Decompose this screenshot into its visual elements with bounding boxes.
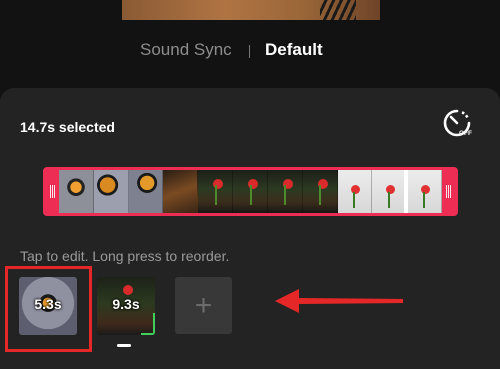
timeline-frames [59,170,442,213]
timeline-frame [198,170,234,213]
speedometer-off-icon: OFF [443,109,472,137]
timeline-frame [128,170,164,213]
video-preview-strip [122,0,380,20]
tab-sound-sync[interactable]: Sound Sync [140,40,232,60]
clip-thumbnail[interactable]: 5.3s [19,277,77,335]
timeline-frame [163,170,199,213]
clip-duration: 5.3s [34,296,62,312]
tab-default[interactable]: Default [265,40,323,60]
clip-duration: 9.3s [112,296,140,312]
tab-divider [249,45,250,58]
timeline-frame [337,170,373,213]
timeline-frame [372,170,408,213]
playhead[interactable] [404,170,408,213]
clip-trim-timeline[interactable] [43,167,458,216]
trim-handle-left[interactable] [46,170,59,213]
timeline-frame [302,170,338,213]
timeline-frame [59,170,94,213]
timeline-frame [233,170,268,213]
plus-icon: + [194,288,213,322]
timeline-frame [407,170,442,213]
current-clip-indicator [117,344,131,347]
arrow-left-icon [275,289,403,313]
grip-lines-icon [50,185,55,198]
timeline-frame [267,170,303,213]
edit-hint: Tap to edit. Long press to reorder. [20,248,230,264]
preview-detail [320,0,356,20]
trim-handle-right[interactable] [442,170,455,213]
speed-off-label: OFF [459,130,472,137]
selected-duration: 14.7s selected [20,119,115,135]
speed-off-button[interactable]: OFF [441,107,473,139]
clip-thumbnail[interactable]: 9.3s [97,277,155,335]
mode-tabs: Sound Sync Default [0,38,500,64]
timeline-frame [93,170,129,213]
grip-lines-icon [446,185,451,198]
add-clip-button[interactable]: + [175,277,232,334]
